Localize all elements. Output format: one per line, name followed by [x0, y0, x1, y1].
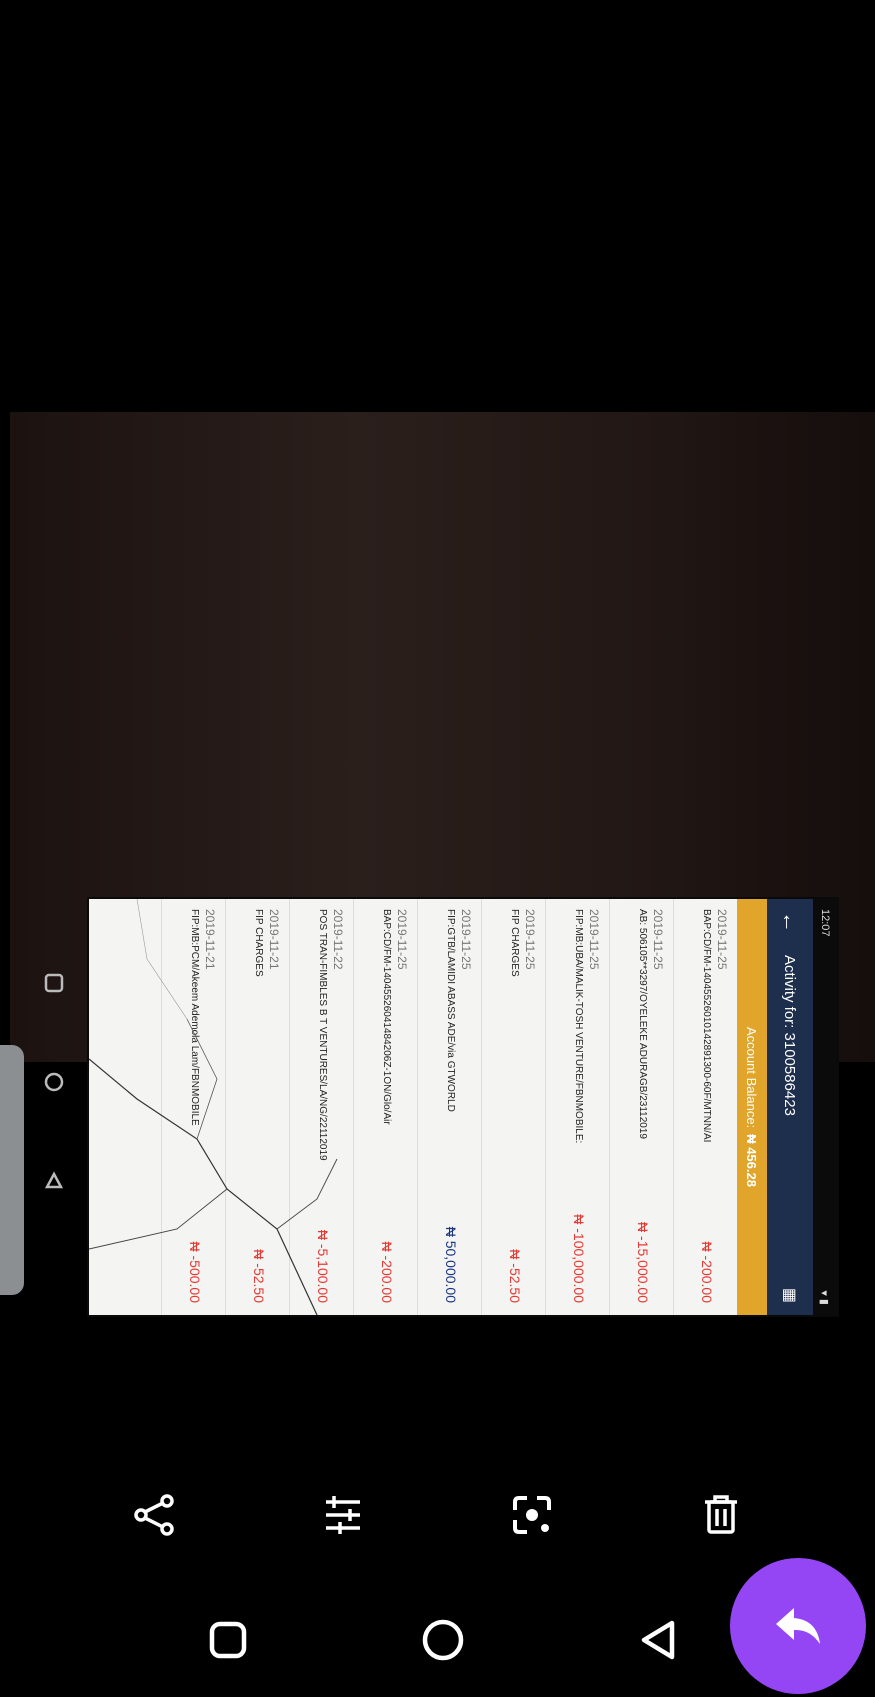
- transaction-row: 2019-11-25 BAP:CD/FM-1404552601014289130…: [673, 899, 737, 1315]
- transaction-amount: ₦ -200.00: [699, 1241, 715, 1303]
- transaction-amount: ₦ -52.50: [507, 1249, 523, 1303]
- status-bar: 12:07 ▾ ▮: [813, 899, 837, 1315]
- transaction-row: 2019-11-25 FIP:GTB/LAMIDI ABASS ADE/via …: [417, 899, 481, 1315]
- transaction-amount: ₦ -52.50: [251, 1249, 267, 1303]
- photographed-phone-nav: [28, 972, 80, 1192]
- transaction-date: 2019-11-25: [459, 909, 473, 970]
- back-arrow-icon: ←: [778, 911, 803, 933]
- transaction-amount: ₦ -200.00: [379, 1241, 395, 1303]
- transaction-date: 2019-11-25: [523, 909, 537, 970]
- share-icon: [134, 1494, 175, 1536]
- balance-label: Account Balance:: [744, 1027, 760, 1129]
- transaction-row: 2019-11-25 AB: 506105**3297/OYELEKE ADUR…: [609, 899, 673, 1315]
- edge-panel-handle[interactable]: [0, 1045, 24, 1295]
- transaction-date: 2019-11-25: [587, 909, 601, 970]
- share-button[interactable]: [124, 1485, 184, 1545]
- transaction-amount: ₦ -100,000.00: [571, 1214, 587, 1303]
- transaction-date: 2019-11-25: [651, 909, 665, 970]
- transaction-amount: ₦ -5,100.00: [315, 1229, 331, 1303]
- lens-button[interactable]: [502, 1485, 562, 1545]
- status-time: 12:07: [819, 909, 831, 937]
- balance-value: ₦ 456.28: [744, 1134, 760, 1187]
- delete-button[interactable]: [691, 1485, 751, 1545]
- transaction-row: 2019-11-25 FIP:MB:UBA/MALIK-TOSH VENTURE…: [545, 899, 609, 1315]
- transaction-date: 2019-11-21: [203, 909, 217, 970]
- transaction-amount: ₦ -15,000.00: [635, 1222, 651, 1303]
- circle-icon: [422, 1619, 463, 1661]
- account-balance-bar: Account Balance: ₦ 456.28: [737, 899, 767, 1315]
- photographed-phone-screen: 12:07 ▾ ▮ ← Activity for: 3100586423 ▦ A…: [89, 899, 837, 1315]
- adjust-sliders-icon: [326, 1496, 361, 1534]
- home-button[interactable]: [413, 1610, 473, 1670]
- transaction-row: 2019-11-25 FIP CHARGES ₦ -52.50: [481, 899, 545, 1315]
- transaction-date: 2019-11-21: [267, 909, 281, 970]
- header-title: Activity for: 3100586423: [781, 955, 799, 1116]
- square-icon: [209, 1621, 246, 1659]
- transaction-list: 2019-11-25 BAP:CD/FM-1404552601014289130…: [89, 899, 737, 1315]
- transaction-row: 2019-11-25 BAP:CD/FM-14045526041484206Z-…: [353, 899, 417, 1315]
- status-icons: ▾ ▮: [818, 1290, 831, 1305]
- calendar-icon: ▦: [781, 1287, 798, 1303]
- photo-preview: 12:07 ▾ ▮ ← Activity for: 3100586423 ▦ A…: [10, 412, 875, 1315]
- transaction-row: 2019-11-21 FIP CHARGES ₦ -52.50: [225, 899, 289, 1315]
- transaction-amount: ₦ -500.00: [187, 1241, 203, 1303]
- transaction-amount: ₦ 50,000.00: [443, 1226, 459, 1303]
- reply-arrow-icon: [776, 1608, 820, 1644]
- triangle-back-icon: [641, 1620, 674, 1660]
- photo-toolbar: [0, 1470, 875, 1560]
- app-header: ← Activity for: 3100586423 ▦: [767, 899, 813, 1315]
- recent-apps-button[interactable]: [198, 1610, 258, 1670]
- lens-icon: [512, 1496, 551, 1534]
- transaction-row: 2019-11-21 FIP:MB:PCM/Akeem Ademola Lam/…: [161, 899, 225, 1315]
- edit-adjust-button[interactable]: [313, 1485, 373, 1545]
- delete-icon: [704, 1495, 737, 1534]
- reply-fab[interactable]: [730, 1558, 866, 1694]
- back-button[interactable]: [628, 1610, 688, 1670]
- transaction-date: 2019-11-22: [331, 909, 345, 970]
- transaction-date: 2019-11-25: [395, 909, 409, 970]
- triangle-nav-icon: [44, 1171, 64, 1189]
- square-nav-icon: [44, 973, 64, 993]
- circle-nav-icon: [44, 1072, 64, 1092]
- transaction-row: 2019-11-22 POS TRAN-FIMBLES B T VENTURES…: [289, 899, 353, 1315]
- transaction-date: 2019-11-25: [715, 909, 729, 970]
